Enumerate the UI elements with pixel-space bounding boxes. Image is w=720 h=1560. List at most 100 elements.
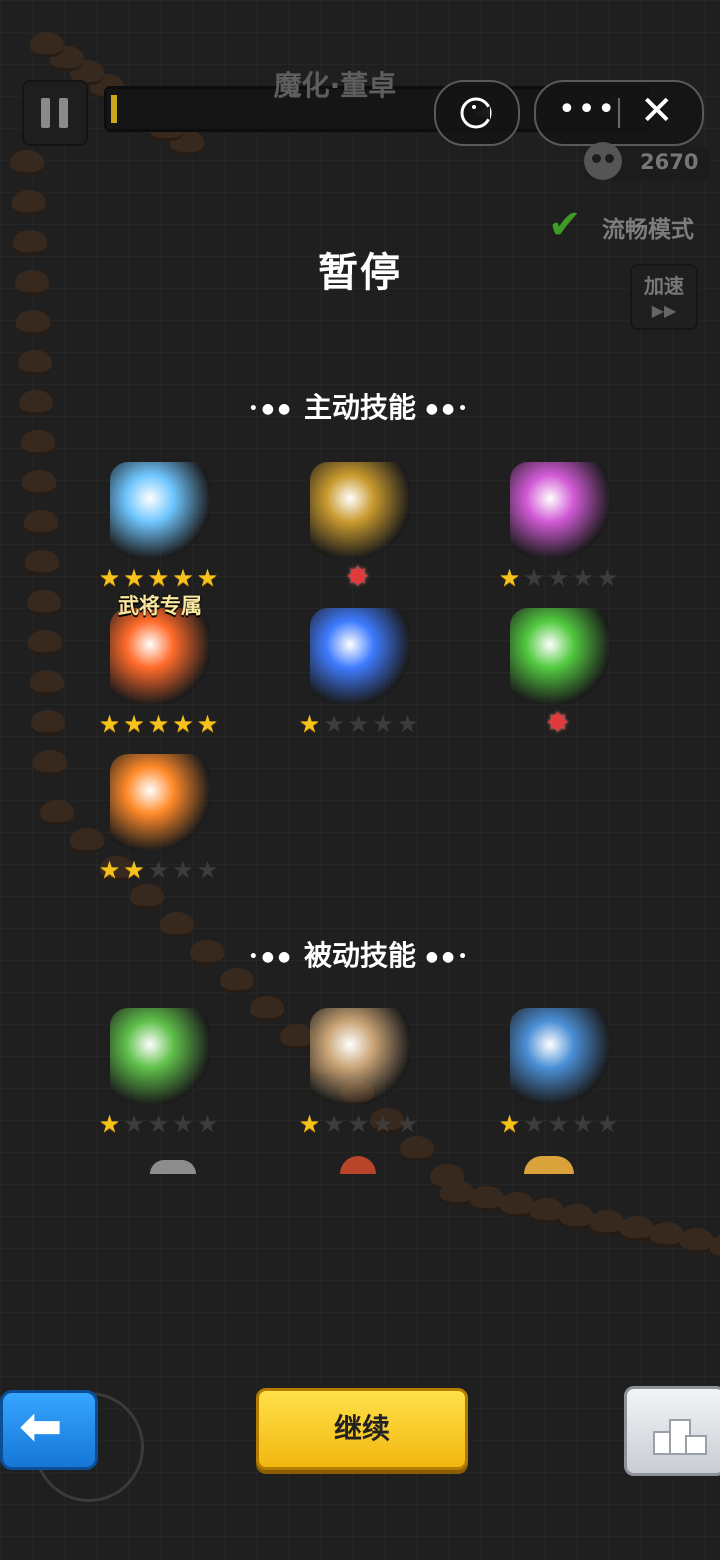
green-drum-icon <box>510 608 610 704</box>
star-empty-icon: ★ <box>396 1110 422 1138</box>
skill-card[interactable]: ★★★★★ 武将专属 <box>80 594 240 748</box>
skill-card[interactable]: ✸ <box>280 462 440 602</box>
more-button[interactable]: ••• <box>558 92 617 127</box>
back-button[interactable]: ⬅ <box>0 1390 98 1470</box>
header-bullets-right: ●●• <box>425 401 472 417</box>
back-arrow-icon: ⬅ <box>19 1397 63 1457</box>
capsule-menu: ••• ✕ <box>534 80 704 146</box>
star-empty-icon: ★ <box>172 1110 197 1138</box>
skill-card[interactable]: ★★★★★ <box>80 462 240 602</box>
star-empty-icon: ★ <box>596 564 622 592</box>
smooth-mode-label: 流畅模式 <box>602 217 694 243</box>
pacman-icon <box>460 97 492 129</box>
close-button[interactable]: ✕ <box>640 88 674 134</box>
active-skills-title: 主动技能 <box>303 391 416 424</box>
skill-card[interactable]: ★★★★★ <box>480 462 640 602</box>
partial-skill-icon <box>150 1160 196 1174</box>
star-filled-icon: ★ <box>196 564 222 592</box>
star-empty-icon: ★ <box>147 1110 173 1138</box>
ranking-button[interactable] <box>624 1386 720 1476</box>
golden-crossbow-icon <box>310 462 410 558</box>
skill-card[interactable]: ★★★★★ <box>280 608 440 748</box>
pause-title: 暂停 <box>318 250 402 296</box>
boss-name: 魔化·董卓 <box>273 69 397 102</box>
header-bullets-right: ●●• <box>425 949 472 965</box>
star-rating: ★★★★★ <box>80 564 240 592</box>
continue-button[interactable]: 继续 <box>256 1388 468 1470</box>
active-skills-header: •●● 主动技能 ●●• <box>0 386 720 426</box>
passive-skills-header: •●● 被动技能 ●●• <box>0 934 720 974</box>
star-filled-icon: ★ <box>298 1110 324 1138</box>
partial-skill-icon <box>524 1156 574 1174</box>
pause-icon-bar <box>59 98 68 128</box>
star-filled-icon: ★ <box>196 710 222 738</box>
capsule-divider <box>618 98 620 128</box>
skill-card[interactable]: ★★★★★ <box>480 1008 640 1148</box>
game-center-button[interactable] <box>434 80 520 146</box>
passive-skills-title: 被动技能 <box>303 939 416 972</box>
star-filled-icon: ★ <box>98 710 124 738</box>
star-empty-icon: ★ <box>372 1110 397 1138</box>
skill-card[interactable]: ★★★★★ <box>80 1008 240 1148</box>
star-empty-icon: ★ <box>347 1110 373 1138</box>
ginseng-root-icon <box>310 1008 410 1104</box>
star-empty-icon: ★ <box>123 1110 148 1138</box>
star-empty-icon: ★ <box>196 1110 222 1138</box>
star-empty-icon: ★ <box>572 564 597 592</box>
flame-blade-icon <box>110 608 210 704</box>
star-filled-icon: ★ <box>98 856 124 884</box>
star-empty-icon: ★ <box>323 1110 348 1138</box>
skill-card[interactable]: ★★★★★ <box>280 1008 440 1148</box>
boss-health-fill <box>111 95 117 123</box>
mini-program-capsule: ••• ✕ <box>434 80 704 146</box>
star-empty-icon: ★ <box>347 710 373 738</box>
star-empty-icon: ★ <box>396 710 422 738</box>
star-empty-icon: ★ <box>323 710 348 738</box>
star-empty-icon: ★ <box>523 564 548 592</box>
guqin-music-icon <box>510 462 610 558</box>
star-filled-icon: ★ <box>298 710 324 738</box>
star-empty-icon: ★ <box>547 1110 573 1138</box>
skill-card[interactable]: ✸ <box>480 608 640 748</box>
star-empty-icon: ★ <box>372 710 397 738</box>
star-rating: ★★★★★ <box>80 856 240 884</box>
red-star-icon: ✸ <box>346 560 370 593</box>
star-filled-icon: ★ <box>498 1110 524 1138</box>
pause-button[interactable] <box>22 80 88 146</box>
kill-counter: 2670 <box>584 142 710 180</box>
star-filled-icon: ★ <box>123 564 148 592</box>
star-filled-icon: ★ <box>147 710 173 738</box>
continue-label: 继续 <box>333 1412 390 1445</box>
red-star-icon: ✸ <box>546 706 570 739</box>
star-empty-icon: ★ <box>596 1110 622 1138</box>
star-empty-icon: ★ <box>196 856 222 884</box>
star-empty-icon: ★ <box>547 564 573 592</box>
star-empty-icon: ★ <box>147 856 173 884</box>
star-empty-icon: ★ <box>172 856 197 884</box>
jade-pendant-icon <box>110 1008 210 1104</box>
exclusive-badge: 武将专属 <box>118 594 202 618</box>
star-filled-icon: ★ <box>123 856 148 884</box>
star-filled-icon: ★ <box>172 710 197 738</box>
ice-sword-icon <box>110 462 210 558</box>
fast-forward-icon: ▶▶ <box>651 301 677 320</box>
star-rating: ★★★★★ <box>80 1110 240 1138</box>
blue-shuriken-icon <box>310 608 410 704</box>
star-empty-icon: ★ <box>572 1110 597 1138</box>
star-filled-icon: ★ <box>123 710 148 738</box>
star-rating: ★★★★★ <box>280 710 440 738</box>
podium-icon-right <box>685 1435 707 1455</box>
star-filled-icon: ★ <box>498 564 524 592</box>
header-bullets-left: •●● <box>248 401 295 417</box>
star-filled-icon: ★ <box>147 564 173 592</box>
pause-icon <box>41 98 50 128</box>
star-empty-icon: ★ <box>523 1110 548 1138</box>
star-filled-icon: ★ <box>172 564 197 592</box>
skull-icon <box>584 142 622 180</box>
star-rating: ★★★★★ <box>280 1110 440 1138</box>
skill-card[interactable]: ★★★★★ <box>80 754 240 894</box>
star-filled-icon: ★ <box>98 564 124 592</box>
star-filled-icon: ★ <box>98 1110 124 1138</box>
armor-vest-icon <box>510 1008 610 1104</box>
star-rating: ★★★★★ <box>80 710 240 738</box>
